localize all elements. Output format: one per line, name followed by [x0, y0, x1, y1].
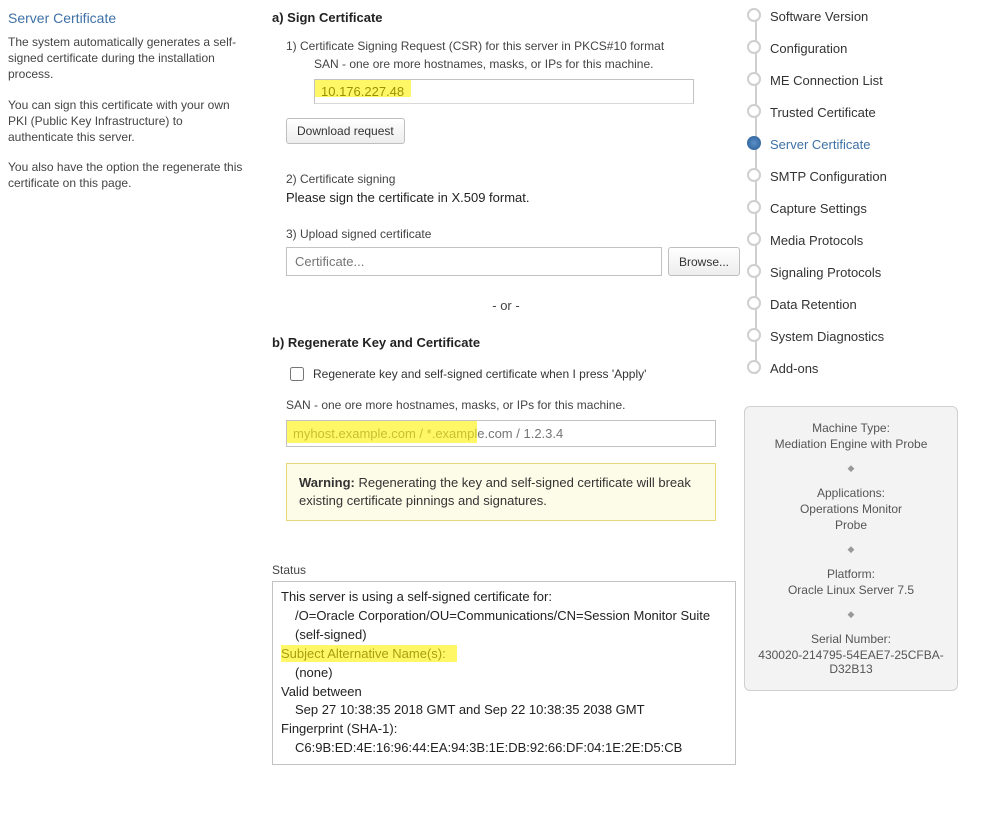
nav-label: Software Version [770, 9, 868, 24]
csr-step2-text: Please sign the certificate in X.509 for… [286, 190, 740, 205]
nav-item-trusted-certificate[interactable]: Trusted Certificate [770, 96, 974, 128]
applications-value-2: Probe [753, 518, 949, 532]
nav-item-me-connection-list[interactable]: ME Connection List [770, 64, 974, 96]
main-content: a) Sign Certificate 1) Certificate Signi… [256, 0, 740, 775]
nav-label: Server Certificate [770, 137, 870, 152]
circle-icon [747, 296, 761, 310]
nav-item-signaling-protocols[interactable]: Signaling Protocols [770, 256, 974, 288]
circle-icon [747, 200, 761, 214]
circle-icon [747, 232, 761, 246]
csr-san-input[interactable] [314, 79, 694, 104]
or-separator: - or - [272, 298, 740, 313]
circle-icon [747, 40, 761, 54]
nav-label: ME Connection List [770, 73, 883, 88]
browse-button[interactable]: Browse... [668, 247, 740, 276]
warning-bold: Warning: [299, 475, 355, 490]
nav-item-data-retention[interactable]: Data Retention [770, 288, 974, 320]
nav-item-server-certificate[interactable]: Server Certificate [770, 128, 974, 160]
regenerate-checkbox-label: Regenerate key and self-signed certifica… [313, 367, 646, 381]
csr-step3-label: 3) Upload signed certificate [286, 227, 740, 241]
wizard-connector-line [755, 10, 757, 374]
status-box: This server is using a self-signed certi… [272, 581, 736, 765]
left-paragraph-2: You can sign this certificate with your … [8, 97, 248, 146]
nav-label: System Diagnostics [770, 329, 884, 344]
status-label: Status [272, 563, 740, 577]
applications-key: Applications: [753, 486, 949, 500]
circle-icon [747, 168, 761, 182]
serial-key: Serial Number: [753, 632, 949, 646]
nav-label: Signaling Protocols [770, 265, 881, 280]
status-line-2: /O=Oracle Corporation/OU=Communications/… [295, 607, 727, 645]
nav-item-media-protocols[interactable]: Media Protocols [770, 224, 974, 256]
serial-value: 430020-214795-54EAE7-25CFBA-D32B13 [753, 648, 949, 676]
circle-icon [747, 8, 761, 22]
circle-icon [747, 328, 761, 342]
machine-type-value: Mediation Engine with Probe [753, 437, 949, 451]
nav-item-smtp-configuration[interactable]: SMTP Configuration [770, 160, 974, 192]
regenerate-checkbox[interactable] [290, 367, 304, 381]
section-a-title: a) Sign Certificate [272, 10, 740, 25]
system-info-panel: Machine Type: Mediation Engine with Prob… [744, 406, 958, 691]
circle-icon [747, 104, 761, 118]
status-line-7: Fingerprint (SHA-1): [281, 721, 397, 736]
warning-text: Regenerating the key and self-signed cer… [299, 475, 691, 508]
status-line-1: This server is using a self-signed certi… [281, 589, 552, 604]
status-line-4: (none) [295, 664, 727, 683]
status-line-6: Sep 27 10:38:35 2018 GMT and Sep 22 10:3… [295, 701, 727, 720]
status-line-5: Valid between [281, 684, 362, 699]
section-b-title: b) Regenerate Key and Certificate [272, 335, 740, 350]
nav-label: Capture Settings [770, 201, 867, 216]
status-line-3: Subject Alternative Name(s): [281, 646, 446, 661]
download-request-button[interactable]: Download request [286, 118, 405, 144]
nav-label: Add-ons [770, 361, 818, 376]
separator-diamond-icon: ◆ [753, 463, 949, 474]
certificate-file-input[interactable] [286, 247, 662, 276]
warning-box: Warning: Regenerating the key and self-s… [286, 463, 716, 521]
circle-icon [747, 72, 761, 86]
left-description-panel: Server Certificate The system automatica… [0, 0, 256, 775]
nav-item-capture-settings[interactable]: Capture Settings [770, 192, 974, 224]
left-paragraph-1: The system automatically generates a sel… [8, 34, 248, 83]
status-line-8: C6:9B:ED:4E:16:96:44:EA:94:3B:1E:DB:92:6… [295, 739, 727, 758]
nav-label: Media Protocols [770, 233, 863, 248]
circle-icon [747, 264, 761, 278]
platform-key: Platform: [753, 567, 949, 581]
nav-label: SMTP Configuration [770, 169, 887, 184]
csr-step1-label: 1) Certificate Signing Request (CSR) for… [286, 39, 740, 53]
page-title: Server Certificate [8, 10, 248, 26]
applications-value-1: Operations Monitor [753, 502, 949, 516]
platform-value: Oracle Linux Server 7.5 [753, 583, 949, 597]
separator-diamond-icon: ◆ [753, 544, 949, 555]
wizard-nav: Software Version Configuration ME Connec… [746, 0, 974, 384]
nav-label: Data Retention [770, 297, 857, 312]
nav-item-configuration[interactable]: Configuration [770, 32, 974, 64]
csr-san-label: SAN - one ore more hostnames, masks, or … [314, 57, 740, 71]
machine-type-key: Machine Type: [753, 421, 949, 435]
nav-label: Configuration [770, 41, 847, 56]
regen-san-input[interactable] [286, 420, 716, 447]
regen-san-label: SAN - one ore more hostnames, masks, or … [286, 398, 740, 412]
separator-diamond-icon: ◆ [753, 609, 949, 620]
left-paragraph-3: You also have the option the regenerate … [8, 159, 248, 191]
csr-step2-label: 2) Certificate signing [286, 172, 740, 186]
nav-item-software-version[interactable]: Software Version [770, 0, 974, 32]
circle-icon [747, 360, 761, 374]
nav-item-system-diagnostics[interactable]: System Diagnostics [770, 320, 974, 352]
nav-item-add-ons[interactable]: Add-ons [770, 352, 974, 384]
circle-icon-active [747, 136, 761, 150]
nav-label: Trusted Certificate [770, 105, 876, 120]
